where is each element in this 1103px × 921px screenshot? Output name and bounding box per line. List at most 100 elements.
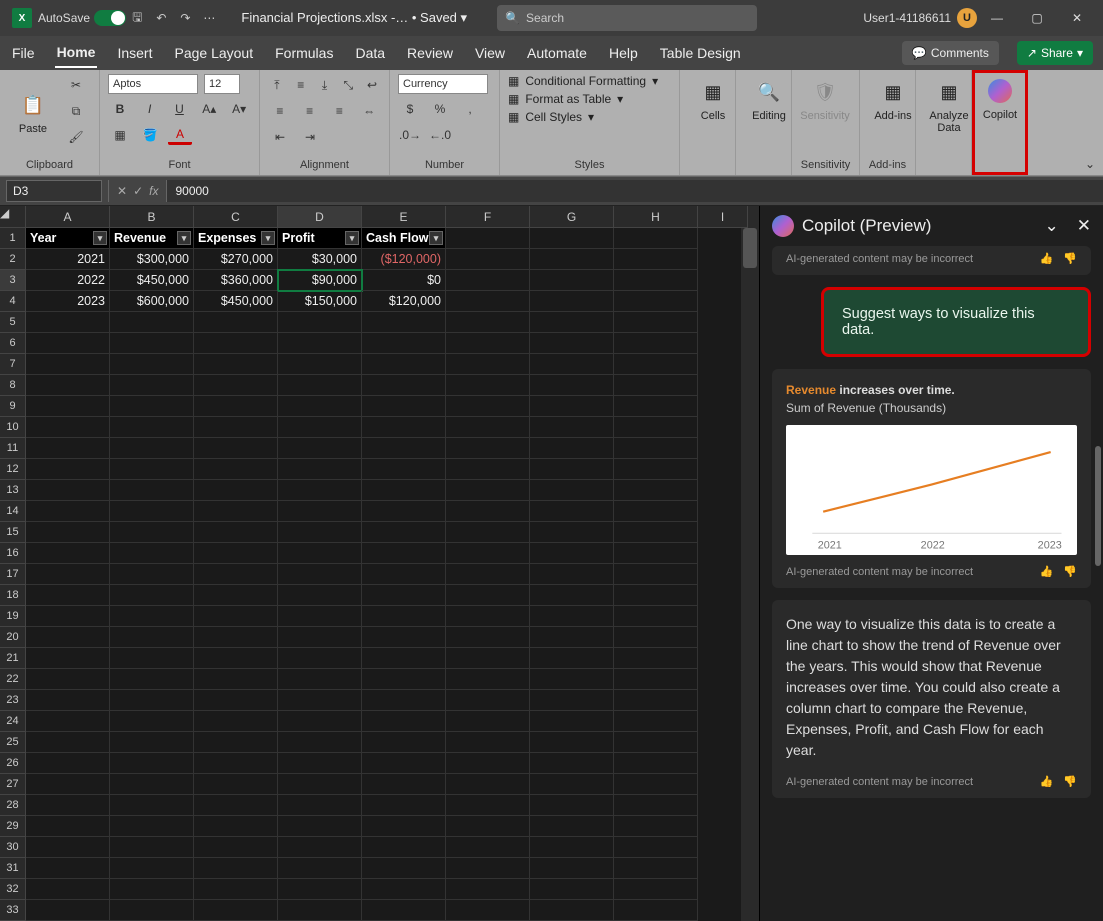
- filter-button[interactable]: ▾: [345, 231, 359, 245]
- cell[interactable]: [278, 522, 362, 543]
- col-header-F[interactable]: F: [446, 206, 530, 228]
- row-header[interactable]: 7: [0, 354, 26, 375]
- cell[interactable]: [614, 459, 698, 480]
- cell[interactable]: [110, 417, 194, 438]
- thumbs-up-icon[interactable]: 👍: [1040, 565, 1054, 578]
- row-header[interactable]: 12: [0, 459, 26, 480]
- cell[interactable]: [194, 606, 278, 627]
- cell[interactable]: [530, 417, 614, 438]
- cell[interactable]: [530, 459, 614, 480]
- cell[interactable]: [530, 270, 614, 291]
- cell[interactable]: [26, 459, 110, 480]
- row-header[interactable]: 30: [0, 837, 26, 858]
- italic-button[interactable]: I: [138, 98, 162, 120]
- cell[interactable]: [530, 732, 614, 753]
- cell[interactable]: [362, 459, 446, 480]
- row-header[interactable]: 3: [0, 270, 26, 291]
- cell[interactable]: [530, 774, 614, 795]
- cell[interactable]: [446, 375, 530, 396]
- cell[interactable]: [26, 690, 110, 711]
- cell[interactable]: [110, 396, 194, 417]
- cell[interactable]: [26, 753, 110, 774]
- col-header-B[interactable]: B: [110, 206, 194, 228]
- number-format-select[interactable]: [398, 74, 488, 94]
- tab-view[interactable]: View: [473, 39, 507, 67]
- cell[interactable]: [194, 417, 278, 438]
- cell[interactable]: [614, 900, 698, 921]
- cell[interactable]: [614, 774, 698, 795]
- cell[interactable]: [446, 711, 530, 732]
- cell[interactable]: [446, 753, 530, 774]
- cell[interactable]: [110, 774, 194, 795]
- cell[interactable]: [26, 900, 110, 921]
- row-header[interactable]: 11: [0, 438, 26, 459]
- orientation-button[interactable]: ⤡: [339, 74, 357, 96]
- tab-help[interactable]: Help: [607, 39, 640, 67]
- col-header-I[interactable]: I: [698, 206, 748, 228]
- cancel-icon[interactable]: ✕: [117, 184, 127, 198]
- cell[interactable]: [278, 606, 362, 627]
- cell[interactable]: [26, 354, 110, 375]
- maximize-button[interactable]: ▢: [1017, 4, 1057, 32]
- cell[interactable]: [614, 711, 698, 732]
- fx-icon[interactable]: fx: [149, 184, 158, 198]
- cell[interactable]: [110, 312, 194, 333]
- cell[interactable]: [194, 543, 278, 564]
- cell[interactable]: [26, 669, 110, 690]
- cell[interactable]: [194, 774, 278, 795]
- cell[interactable]: [446, 879, 530, 900]
- cell[interactable]: [26, 858, 110, 879]
- close-pane-icon[interactable]: ✕: [1077, 216, 1091, 236]
- cell[interactable]: $270,000: [194, 249, 278, 270]
- thumbs-up-icon[interactable]: 👍: [1040, 775, 1054, 788]
- cell[interactable]: [530, 312, 614, 333]
- thumbs-down-icon[interactable]: 👎: [1063, 775, 1077, 788]
- cell[interactable]: [446, 249, 530, 270]
- cell[interactable]: [362, 606, 446, 627]
- autosave-toggle[interactable]: AutoSave On: [38, 10, 117, 26]
- cell[interactable]: [614, 249, 698, 270]
- cell[interactable]: [530, 753, 614, 774]
- cell[interactable]: [110, 648, 194, 669]
- cell[interactable]: [26, 648, 110, 669]
- cell[interactable]: [194, 333, 278, 354]
- cell[interactable]: [26, 795, 110, 816]
- filter-button[interactable]: ▾: [429, 231, 443, 245]
- cell[interactable]: [614, 333, 698, 354]
- underline-button[interactable]: U: [168, 98, 192, 120]
- cut-button[interactable]: ✂: [64, 74, 88, 96]
- row-header[interactable]: 22: [0, 669, 26, 690]
- row-header[interactable]: 20: [0, 627, 26, 648]
- cell[interactable]: [278, 438, 362, 459]
- addins-button[interactable]: ▦Add-ins: [868, 74, 918, 122]
- cell[interactable]: [614, 375, 698, 396]
- cell[interactable]: [194, 375, 278, 396]
- row-header[interactable]: 8: [0, 375, 26, 396]
- cell[interactable]: [362, 585, 446, 606]
- cell[interactable]: [278, 396, 362, 417]
- cell[interactable]: [278, 816, 362, 837]
- row-header[interactable]: 15: [0, 522, 26, 543]
- row-header[interactable]: 28: [0, 795, 26, 816]
- toggle-switch[interactable]: [94, 10, 126, 26]
- cell[interactable]: [362, 417, 446, 438]
- cell[interactable]: [278, 648, 362, 669]
- cell[interactable]: [110, 795, 194, 816]
- cell[interactable]: [446, 417, 530, 438]
- conditional-formatting-button[interactable]: ▦ Conditional Formatting ▾: [508, 74, 671, 88]
- cell[interactable]: [530, 228, 614, 249]
- cell[interactable]: 2021: [26, 249, 110, 270]
- cell[interactable]: [362, 375, 446, 396]
- cell[interactable]: [362, 816, 446, 837]
- cell[interactable]: [278, 669, 362, 690]
- cell[interactable]: [362, 669, 446, 690]
- cell[interactable]: [446, 228, 530, 249]
- cell[interactable]: [446, 396, 530, 417]
- copilot-scrollbar[interactable]: [1095, 246, 1101, 921]
- cell[interactable]: [194, 459, 278, 480]
- row-header[interactable]: 17: [0, 564, 26, 585]
- cell[interactable]: [194, 753, 278, 774]
- cell[interactable]: [110, 375, 194, 396]
- cell[interactable]: [278, 354, 362, 375]
- percent-button[interactable]: %: [428, 98, 452, 120]
